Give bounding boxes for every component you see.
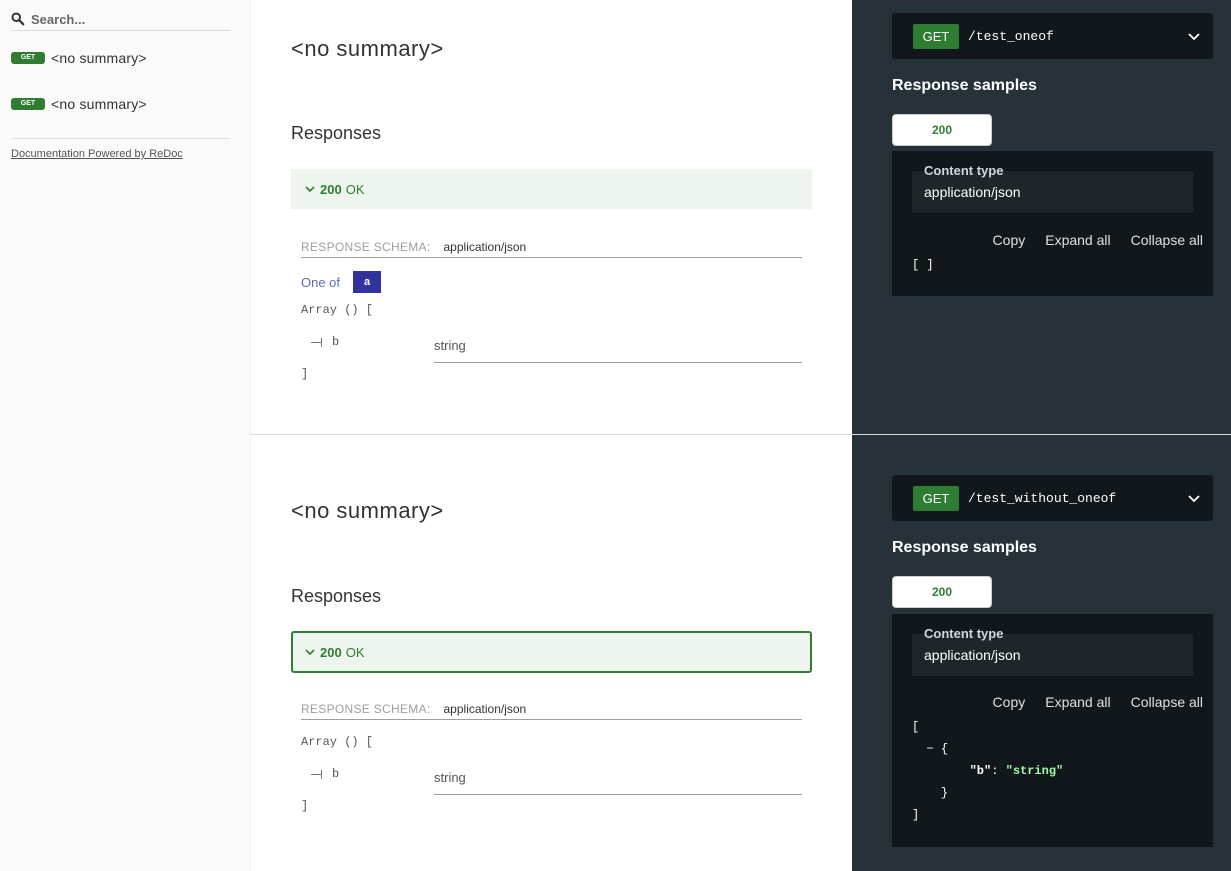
chevron-down-icon — [1188, 495, 1200, 503]
search-icon — [11, 12, 25, 26]
copy-button[interactable]: Copy — [993, 694, 1026, 710]
code-sample: [ − { "b": "string" } ] — [912, 716, 1063, 826]
search-input[interactable] — [31, 11, 221, 27]
get-badge: GET — [11, 98, 45, 110]
code-colon: : — [991, 764, 1006, 778]
array-close: ] — [301, 367, 309, 381]
code-line: [ ] — [912, 258, 934, 272]
code-string: "string" — [1005, 764, 1064, 778]
sidebar-divider — [11, 138, 230, 139]
response-200-toggle[interactable]: 200 OK — [291, 169, 812, 209]
collapse-all-button[interactable]: Collapse all — [1131, 694, 1203, 710]
content-type-label: Content type — [924, 626, 1004, 641]
code-brace: { — [940, 742, 949, 756]
tab-200[interactable]: 200 — [892, 576, 992, 608]
sample-actions: Copy Expand all Collapse all — [973, 232, 1203, 248]
schema-label: RESPONSE SCHEMA: — [301, 240, 431, 254]
tree-connector — [311, 338, 323, 347]
operation-test-oneof: <no summary> Responses 200 OK RESPONSE S… — [291, 36, 812, 416]
code-line: } — [912, 782, 1063, 804]
samples-test-without-oneof: GET /test_without_oneof Response samples… — [892, 475, 1213, 855]
property-name: b — [311, 767, 339, 781]
schema-type: application/json — [443, 240, 527, 254]
operation-title: <no summary> — [291, 498, 444, 523]
chevron-down-icon — [305, 649, 315, 656]
code-key: "b" — [969, 764, 992, 778]
operation-divider — [251, 434, 1231, 435]
operation-title: <no summary> — [291, 36, 444, 61]
sidebar-item-test-without-oneof[interactable]: GET <no summary> — [0, 92, 251, 116]
response-samples-title: Response samples — [892, 539, 1037, 556]
tree-connector — [311, 770, 323, 779]
code-line: "b": "string" — [912, 760, 1064, 782]
sidebar: GET <no summary> GET <no summary> Docume… — [0, 0, 251, 871]
property-name-text: b — [332, 767, 340, 781]
code-line: ] — [912, 804, 1063, 826]
endpoint-path: /test_without_oneof — [968, 490, 1117, 506]
http-verb-badge: GET — [913, 485, 959, 511]
copy-button[interactable]: Copy — [993, 232, 1026, 248]
samples-column: GET /test_oneof Response samples 200 app… — [852, 0, 1231, 871]
code-line: − { — [912, 738, 1063, 760]
one-of-label: One of — [301, 274, 341, 290]
sample-actions: Copy Expand all Collapse all — [973, 694, 1203, 710]
content-type-value: application/json — [924, 184, 1021, 200]
schema-type: application/json — [443, 702, 527, 716]
responses-heading: Responses — [291, 586, 382, 606]
code-line: [ — [912, 716, 1063, 738]
collapse-all-button[interactable]: Collapse all — [1131, 232, 1203, 248]
operations-column: <no summary> Responses 200 OK RESPONSE S… — [251, 0, 852, 871]
response-text: OK — [345, 181, 365, 197]
chevron-down-icon — [305, 186, 315, 193]
array-open: Array () [ — [301, 735, 374, 749]
one-of-selector: One of a — [301, 271, 382, 293]
schema-label: RESPONSE SCHEMA: — [301, 702, 431, 716]
tab-200[interactable]: 200 — [892, 114, 992, 146]
code-bracket: ] — [912, 808, 920, 822]
sidebar-item-test-oneof[interactable]: GET <no summary> — [0, 46, 251, 70]
array-open: Array () [ — [301, 303, 374, 317]
sidebar-item-label: <no summary> — [51, 96, 147, 112]
powered-by-link[interactable]: Documentation Powered by ReDoc — [11, 148, 183, 160]
response-code: 200 — [320, 181, 342, 197]
code-bracket: [ — [912, 720, 920, 734]
code-brace: } — [940, 786, 949, 800]
sample-panel: application/json Content type Copy Expan… — [892, 614, 1213, 847]
response-samples-title: Response samples — [892, 77, 1037, 94]
collapse-toggle[interactable]: − — [926, 742, 933, 756]
endpoint-toggle[interactable]: GET /test_oneof — [892, 13, 1213, 59]
sample-panel: application/json Content type Copy Expan… — [892, 151, 1213, 296]
content-type-label: Content type — [924, 163, 1004, 178]
samples-test-oneof: GET /test_oneof Response samples 200 app… — [892, 13, 1213, 303]
property-type: string — [434, 764, 802, 795]
response-200-toggle[interactable]: 200 OK — [291, 631, 812, 673]
property-name-text: b — [332, 335, 340, 349]
one-of-option-button[interactable]: a — [353, 271, 382, 293]
response-schema-row: RESPONSE SCHEMA: application/json — [301, 238, 802, 258]
endpoint-path: /test_oneof — [968, 28, 1054, 44]
chevron-down-icon — [1188, 33, 1200, 41]
search-box — [11, 8, 230, 31]
sidebar-item-label: <no summary> — [51, 50, 147, 66]
content-type-value: application/json — [924, 647, 1021, 663]
get-badge: GET — [11, 52, 45, 64]
http-verb-badge: GET — [913, 23, 959, 49]
expand-all-button[interactable]: Expand all — [1045, 232, 1110, 248]
response-text: OK — [345, 644, 365, 660]
expand-all-button[interactable]: Expand all — [1045, 694, 1110, 710]
code-sample: [ ] — [912, 254, 934, 276]
sidebar-menu: GET <no summary> GET <no summary> — [0, 46, 251, 138]
responses-heading: Responses — [291, 123, 382, 143]
response-schema-row: RESPONSE SCHEMA: application/json — [301, 700, 802, 720]
operation-test-without-oneof: <no summary> Responses 200 OK RESPONSE S… — [291, 498, 812, 838]
response-code: 200 — [320, 644, 342, 660]
property-type: string — [434, 332, 802, 363]
array-close: ] — [301, 799, 309, 813]
endpoint-toggle[interactable]: GET /test_without_oneof — [892, 475, 1213, 521]
property-name: b — [311, 335, 339, 349]
